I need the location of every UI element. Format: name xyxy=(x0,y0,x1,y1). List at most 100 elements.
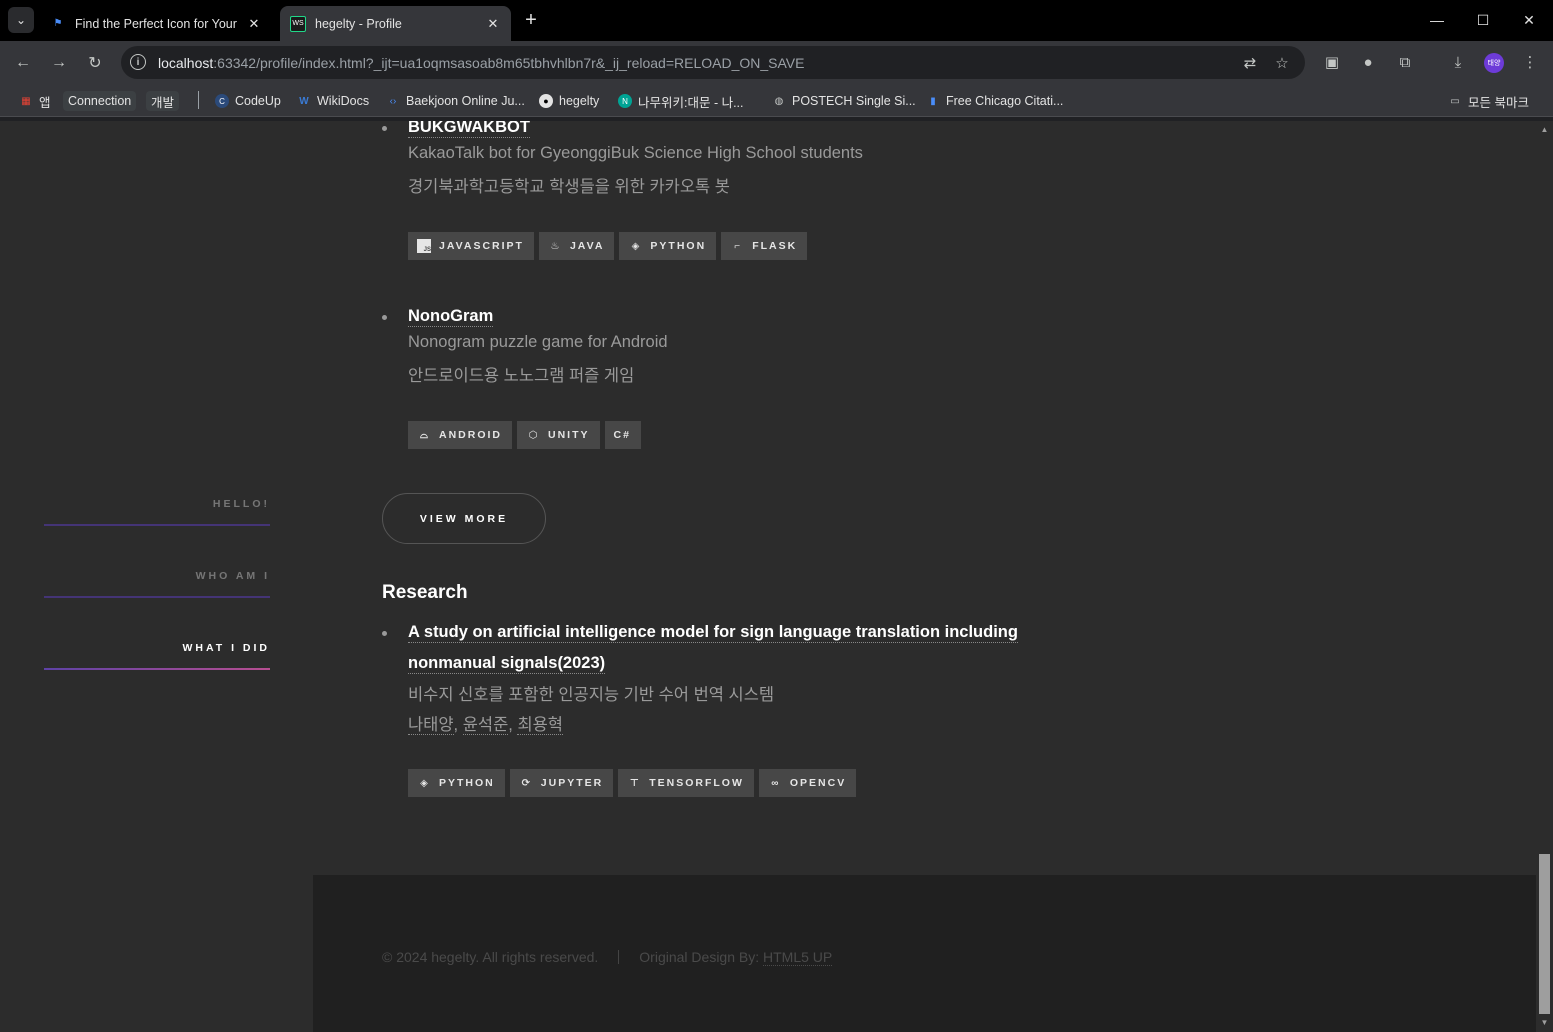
bookmark-label: Baekjoon Online Ju... xyxy=(406,94,525,108)
tab-title: Find the Perfect Icon for Your xyxy=(75,16,237,31)
tag-unity: ⬡ UNITY xyxy=(517,421,600,449)
cookie-icon[interactable]: ● xyxy=(1356,50,1380,74)
bookmark-label: POSTECH Single Si... xyxy=(792,94,916,108)
apps-grid-icon: ▦ xyxy=(21,95,31,107)
url-text[interactable]: localhost:63342/profile/index.html?_ijt=… xyxy=(158,55,804,71)
bookmark-baekjoon[interactable]: ‹› Baekjoon Online Ju... xyxy=(386,91,525,111)
tag-java: ♨ JAVA xyxy=(538,232,615,260)
bookmark-wikidocs[interactable]: W WikiDocs xyxy=(297,91,369,111)
close-window-button[interactable]: ✕ xyxy=(1509,6,1549,34)
forward-button[interactable]: → xyxy=(46,50,72,76)
extensions-puzzle-icon[interactable]: ⧉ xyxy=(1393,50,1417,74)
sidebar-item-what-i-did[interactable]: WHAT I DID xyxy=(44,642,270,654)
copyright-text: © 2024 hegelty. All rights reserved. xyxy=(382,949,599,965)
list-bullet xyxy=(382,315,387,320)
sidebar-underline xyxy=(44,596,270,598)
tag-flask: ⌐ FLASK xyxy=(721,232,808,260)
bookmarks-bar: ▦ 앱 Connection 개발 C CodeUp W WikiDocs ‹›… xyxy=(0,84,1553,117)
tab-profile[interactable]: WS hegelty - Profile ✕ xyxy=(280,6,511,41)
research-authors: 나태양, 윤석준, 최용혁 xyxy=(408,716,563,735)
project-description-ko: 경기북과학고등학교 학생들을 위한 카카오톡 봇 xyxy=(408,178,730,196)
tab-search-button[interactable]: ⌄ xyxy=(8,7,34,33)
browser-window: ⌄ ⚑ Find the Perfect Icon for Your ✕ WS … xyxy=(0,0,1553,1032)
scrollbar[interactable]: ▲ ▼ xyxy=(1536,121,1553,1032)
bookmark-star-icon[interactable]: ☆ xyxy=(1272,53,1292,73)
menu-kebab-icon[interactable]: ⋮ xyxy=(1518,50,1542,74)
webstorm-icon: WS xyxy=(290,15,306,32)
footer: © 2024 hegelty. All rights reserved. Orig… xyxy=(313,875,1536,1032)
avatar[interactable]: 태양 xyxy=(1484,53,1504,73)
project-title-link[interactable]: NonoGram xyxy=(408,306,494,327)
reload-button[interactable]: ↻ xyxy=(82,50,108,76)
research-title-link[interactable]: A study on artificial intelligence model… xyxy=(408,622,1018,643)
bookmark-label: WikiDocs xyxy=(317,94,370,108)
address-bar[interactable]: i localhost:63342/profile/index.html?_ij… xyxy=(121,46,1305,79)
bookmark-dev[interactable]: 개발 xyxy=(146,91,180,111)
bookmark-label: CodeUp xyxy=(235,94,281,108)
unity-icon: ⬡ xyxy=(528,429,538,441)
project-description-en: Nonogram puzzle game for Android xyxy=(408,333,668,351)
sidebar-item-hello[interactable]: HELLO! xyxy=(44,498,270,510)
tag-javascript: JS JAVASCRIPT xyxy=(408,232,534,260)
tag-csharp: C# xyxy=(604,421,641,449)
project-title-link[interactable]: BUKGWAKBOT xyxy=(408,121,530,138)
scroll-down-icon[interactable]: ▼ xyxy=(1540,1018,1549,1027)
tag-jupyter: ⟳ JUPYTER xyxy=(509,769,614,797)
author-link[interactable]: 최용혁 xyxy=(517,716,563,735)
tag-list: ◈ PYTHON ⟳ JUPYTER ⊤ TENSORFLOW ∞ OPENCV xyxy=(408,769,857,797)
all-bookmarks-folder[interactable]: ▭ 모든 북마크 xyxy=(1448,91,1529,111)
tensorflow-icon: ⊤ xyxy=(629,777,639,789)
project-description-en: KakaoTalk bot for GyeonggiBuk Science Hi… xyxy=(408,144,863,162)
namuwiki-icon: N xyxy=(618,94,632,108)
research-heading: Research xyxy=(382,582,468,603)
scrollbar-thumb[interactable] xyxy=(1539,854,1550,1014)
extension-icon[interactable]: ▣ xyxy=(1320,50,1344,74)
close-icon[interactable]: ✕ xyxy=(246,16,262,32)
author-link[interactable]: 나태양 xyxy=(408,716,454,735)
bookmark-apps[interactable]: ▦ 앱 xyxy=(19,91,50,111)
web-page: HELLO! WHO AM I WHAT I DID BUKGWAKBOT Ka… xyxy=(0,121,1536,1032)
codeup-icon: C xyxy=(215,94,229,108)
sidebar-item-who-am-i[interactable]: WHO AM I xyxy=(44,570,270,582)
code-icon: ‹› xyxy=(389,95,397,107)
list-bullet xyxy=(382,631,387,636)
translate-icon[interactable]: ⇄ xyxy=(1240,53,1260,73)
html5up-link[interactable]: HTML5 UP xyxy=(763,949,833,966)
scroll-up-icon[interactable]: ▲ xyxy=(1540,125,1549,134)
bookmark-label: hegelty xyxy=(559,94,600,108)
view-more-button[interactable]: VIEW MORE xyxy=(382,493,546,544)
tab-strip: ⌄ ⚑ Find the Perfect Icon for Your ✕ WS … xyxy=(0,0,1553,41)
bookmark-hegelty[interactable]: ● hegelty xyxy=(539,91,599,111)
bookmark-chicago[interactable]: ▮ Free Chicago Citati... xyxy=(926,91,1063,111)
android-icon: ⌓ xyxy=(420,429,428,441)
bookmark-label: 개발 xyxy=(151,95,175,110)
site-info-icon[interactable]: i xyxy=(130,54,146,70)
author-link[interactable]: 윤석준 xyxy=(462,716,509,735)
bookmark-label: 나무위키:대문 - 나... xyxy=(638,95,744,110)
wikidocs-icon: W xyxy=(299,95,309,107)
tag-list: JS JAVASCRIPT ♨ JAVA ◈ PYTHON ⌐ FLASK xyxy=(408,232,808,260)
new-tab-button[interactable]: + xyxy=(520,8,542,32)
flask-icon: ⌐ xyxy=(734,240,741,252)
bookmark-label: 모든 북마크 xyxy=(1468,95,1529,110)
tag-python: ◈ PYTHON xyxy=(408,769,505,797)
close-icon[interactable]: ✕ xyxy=(485,16,501,32)
footer-text: © 2024 hegelty. All rights reserved. Orig… xyxy=(382,949,833,966)
maximize-button[interactable]: ☐ xyxy=(1463,6,1503,34)
bookmark-postech[interactable]: ◍ POSTECH Single Si... xyxy=(772,91,916,111)
bookmark-connection[interactable]: Connection xyxy=(63,91,137,111)
flag-icon: ⚑ xyxy=(53,18,63,29)
bookmark-namuwiki[interactable]: N 나무위키:대문 - 나... xyxy=(618,91,744,111)
bookmark-label: Connection xyxy=(68,94,132,108)
minimize-button[interactable]: — xyxy=(1417,6,1457,34)
download-icon[interactable]: ⤓ xyxy=(1446,50,1470,74)
back-button[interactable]: ← xyxy=(10,50,36,76)
research-title-link-cont[interactable]: nonmanual signals(2023) xyxy=(408,653,606,674)
sidebar-underline xyxy=(44,524,270,526)
bookmark-codeup[interactable]: C CodeUp xyxy=(215,91,281,111)
design-credit-label: Original Design By: xyxy=(639,949,764,965)
tab-title: hegelty - Profile xyxy=(315,16,402,31)
research-description-ko: 비수지 신호를 포함한 인공지능 기반 수어 번역 시스템 xyxy=(408,686,775,704)
folder-icon: ▭ xyxy=(1450,95,1460,107)
tab-icon-finder[interactable]: ⚑ Find the Perfect Icon for Your ✕ xyxy=(40,6,272,41)
